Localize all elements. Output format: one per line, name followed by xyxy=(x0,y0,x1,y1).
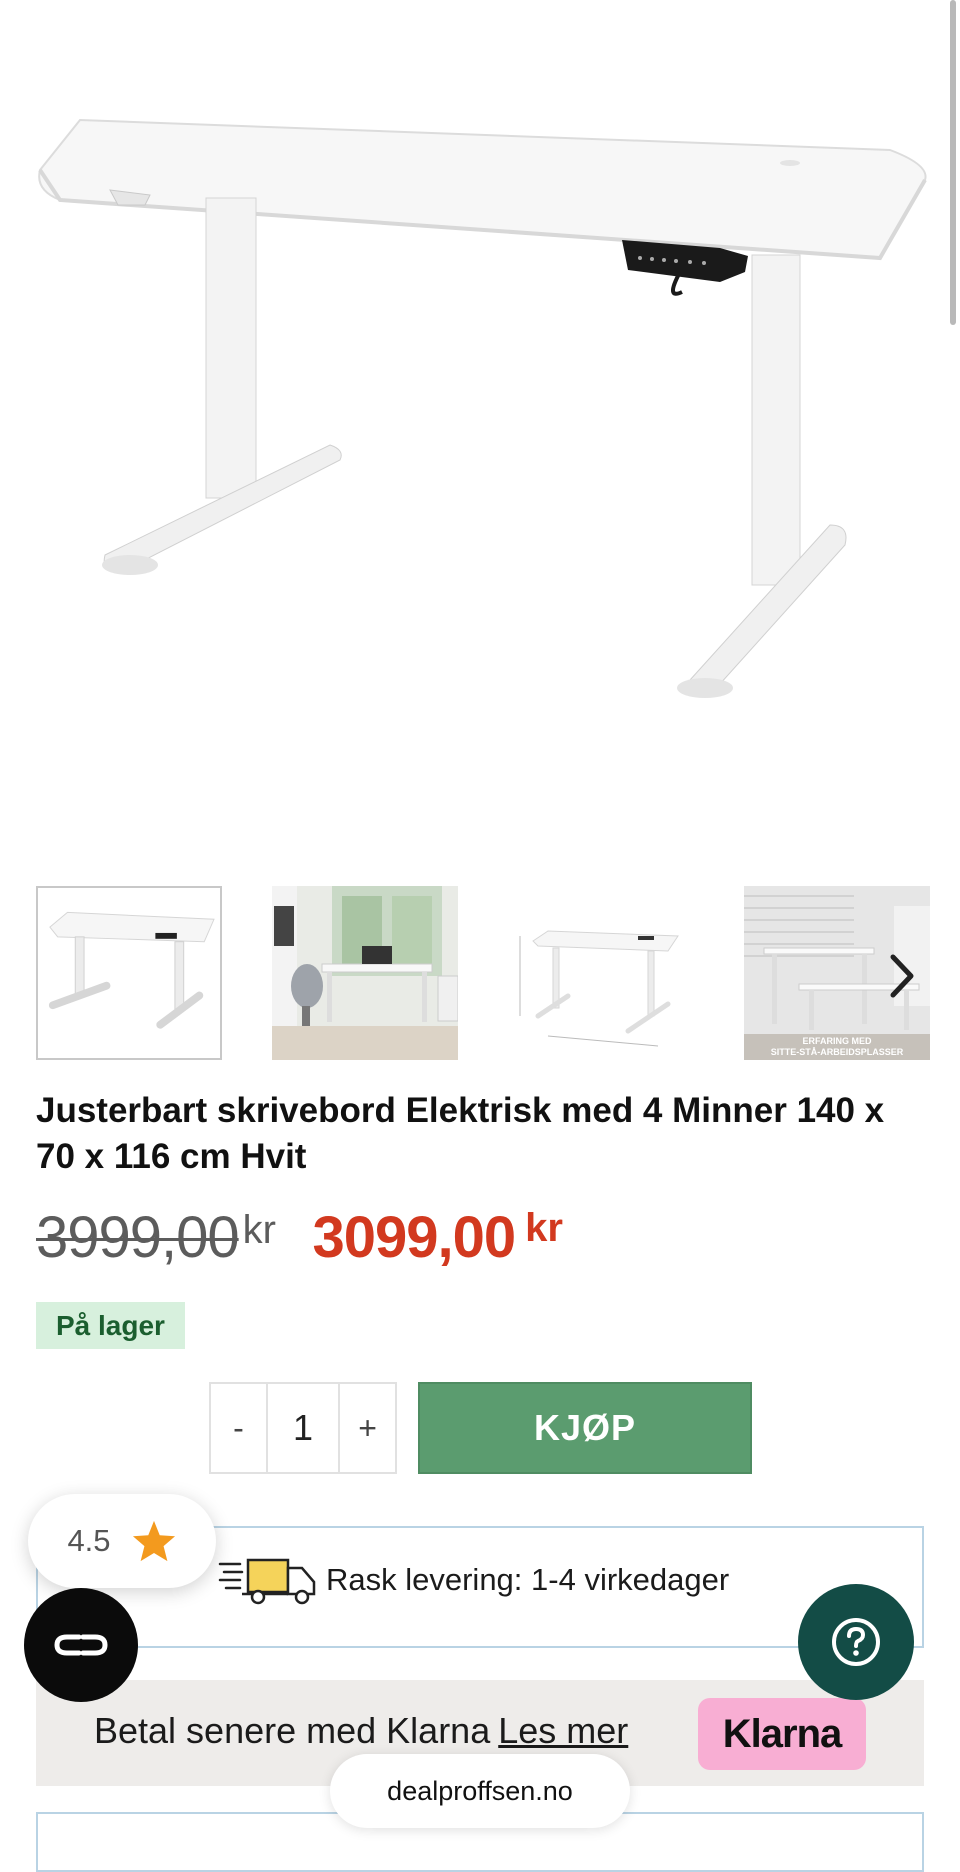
thumbnail-gallery: ERFARING MED SITTE-STÅ-ARBEIDSPLASSER xyxy=(36,886,930,1060)
klarna-text: Betal senere med Klarna xyxy=(94,1710,491,1751)
cookie-settings-icon xyxy=(54,1634,108,1656)
thumbnail-3[interactable] xyxy=(508,886,694,1060)
delivery-truck-icon xyxy=(218,1558,316,1605)
thumbnail-2[interactable] xyxy=(272,886,458,1060)
klarna-read-more-link[interactable]: Les mer xyxy=(498,1710,628,1751)
thumbnail-overlay-line2: SITTE-STÅ-ARBEIDSPLASSER xyxy=(770,1047,904,1057)
quantity-stepper: - 1 + xyxy=(209,1382,397,1474)
star-icon xyxy=(132,1520,175,1562)
stock-status-badge: På lager xyxy=(36,1302,185,1349)
sale-price: 3099,00 xyxy=(312,1205,516,1270)
sale-price-currency: kr xyxy=(525,1206,563,1250)
chevron-right-icon xyxy=(890,954,914,998)
quantity-input[interactable]: 1 xyxy=(265,1384,341,1472)
help-button[interactable] xyxy=(798,1584,914,1700)
gallery-next-button[interactable] xyxy=(882,946,922,1006)
old-price: 3999,00 xyxy=(36,1205,240,1270)
rating-widget[interactable]: 4.5 xyxy=(28,1494,216,1588)
product-title: Justerbart skrivebord Elektrisk med 4 Mi… xyxy=(36,1091,885,1176)
buy-button[interactable]: KJØP xyxy=(418,1382,752,1474)
delivery-text: Rask levering: 1-4 virkedager xyxy=(326,1562,730,1597)
klarna-logo: Klarna xyxy=(698,1698,866,1770)
quantity-decrement-button[interactable]: - xyxy=(211,1384,266,1472)
help-icon xyxy=(832,1618,880,1666)
thumbnail-1[interactable] xyxy=(36,886,222,1060)
browser-url-bar[interactable]: dealproffsen.no xyxy=(330,1754,630,1828)
cookie-settings-button[interactable] xyxy=(24,1588,138,1702)
thumbnail-overlay-line1: ERFARING MED xyxy=(802,1036,872,1046)
rating-value: 4.5 xyxy=(67,1523,111,1558)
main-product-image[interactable] xyxy=(0,0,960,860)
old-price-currency: kr xyxy=(242,1208,276,1252)
quantity-increment-button[interactable]: + xyxy=(340,1384,395,1472)
price-row: 3999,00 kr 3099,00 kr xyxy=(36,1204,563,1274)
